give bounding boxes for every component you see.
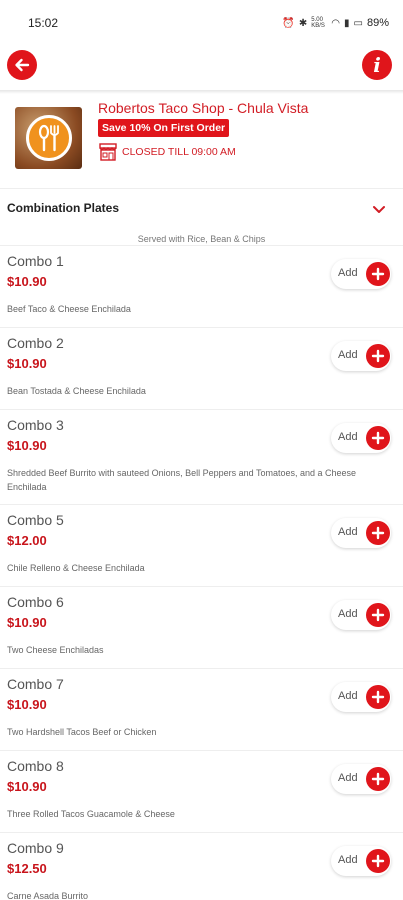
item-price: $10.90 — [7, 438, 47, 453]
item-description: Shredded Beef Burrito with sauteed Onion… — [7, 468, 357, 492]
bluetooth-icon: ✱ — [298, 17, 308, 29]
back-button[interactable] — [7, 50, 37, 80]
plus-icon[interactable] — [366, 849, 390, 873]
item-name: Combo 3 — [7, 417, 64, 433]
item-name: Combo 8 — [7, 758, 64, 774]
category-title: Combination Plates — [7, 201, 120, 215]
item-description: Chile Relleno & Cheese Enchilada — [7, 563, 145, 573]
add-label: Add — [338, 349, 358, 361]
item-name: Combo 2 — [7, 335, 64, 351]
item-name: Combo 1 — [7, 253, 64, 269]
item-description: Beef Taco & Cheese Enchilada — [7, 304, 131, 314]
menu-item[interactable]: Combo 5 $12.00 Chile Relleno & Cheese En… — [0, 504, 403, 586]
info-icon: i — [373, 53, 381, 77]
add-label: Add — [338, 854, 358, 866]
plus-icon[interactable] — [366, 767, 390, 791]
alarm-icon: ⏰ — [282, 17, 295, 29]
add-button[interactable]: Add — [331, 423, 391, 453]
menu-item[interactable]: Combo 9 $12.50 Carne Asada Burrito Add — [0, 832, 403, 900]
add-label: Add — [338, 608, 358, 620]
item-name: Combo 6 — [7, 594, 64, 610]
signal-icon: ▮ — [344, 17, 350, 29]
item-price: $10.90 — [7, 697, 47, 712]
plus-icon[interactable] — [366, 685, 390, 709]
category-header[interactable]: Combination Plates Served with Rice, Bea… — [0, 189, 403, 245]
battery-level: 89% — [366, 17, 389, 29]
item-price: $10.90 — [7, 356, 47, 371]
menu-item[interactable]: Combo 3 $10.90 Shredded Beef Burrito wit… — [0, 409, 403, 504]
plus-icon[interactable] — [366, 426, 390, 450]
add-button[interactable]: Add — [331, 518, 391, 548]
item-price: $12.50 — [7, 861, 47, 876]
add-button[interactable]: Add — [331, 682, 391, 712]
category-subtitle: Served with Rice, Bean & Chips — [137, 234, 266, 244]
item-name: Combo 5 — [7, 512, 64, 528]
battery-icon: ▭ — [353, 17, 363, 29]
item-price: $10.90 — [7, 615, 47, 630]
add-button[interactable]: Add — [331, 341, 391, 371]
menu-item[interactable]: Combo 1 $10.90 Beef Taco & Cheese Enchil… — [0, 245, 403, 327]
add-label: Add — [338, 690, 358, 702]
app-bar: i — [0, 46, 403, 90]
chevron-down-icon[interactable] — [372, 205, 386, 215]
menu-item[interactable]: Combo 2 $10.90 Bean Tostada & Cheese Enc… — [0, 327, 403, 409]
menu-item[interactable]: Combo 8 $10.90 Three Rolled Tacos Guacam… — [0, 750, 403, 832]
item-description: Carne Asada Burrito — [7, 891, 89, 900]
add-button[interactable]: Add — [331, 600, 391, 630]
item-price: $12.00 — [7, 533, 47, 548]
add-label: Add — [338, 526, 358, 538]
item-description: Bean Tostada & Cheese Enchilada — [7, 386, 146, 396]
menu-item-list: Combo 1 $10.90 Beef Taco & Cheese Enchil… — [0, 245, 403, 900]
plus-icon[interactable] — [366, 344, 390, 368]
promo-badge: Save 10% On First Order — [98, 119, 230, 137]
plus-icon[interactable] — [366, 521, 390, 545]
info-button[interactable]: i — [362, 50, 392, 80]
add-label: Add — [338, 431, 358, 443]
item-price: $10.90 — [7, 274, 47, 289]
add-button[interactable]: Add — [331, 764, 391, 794]
status-icons: ⏰ ✱ 5.00 KB/S ◠ ▮ ▭ 89% — [282, 17, 389, 29]
add-label: Add — [338, 267, 358, 279]
item-name: Combo 7 — [7, 676, 64, 692]
add-label: Add — [338, 772, 358, 784]
store-name: Robertos Taco Shop - Chula Vista — [98, 100, 309, 116]
menu-item[interactable]: Combo 7 $10.90 Two Hardshell Tacos Beef … — [0, 668, 403, 750]
data-speed: 5.00 KB/S — [311, 17, 325, 29]
closed-status-text: CLOSED TILL 09:00 AM — [122, 146, 236, 158]
status-time: 15:02 — [28, 16, 59, 30]
store-status: CLOSED TILL 09:00 AM — [98, 142, 236, 162]
menu-item[interactable]: Combo 6 $10.90 Two Cheese Enchiladas Add — [0, 586, 403, 668]
item-description: Two Cheese Enchiladas — [7, 645, 104, 655]
store-logo — [15, 107, 82, 169]
item-name: Combo 9 — [7, 840, 64, 856]
plus-icon[interactable] — [366, 603, 390, 627]
item-description: Two Hardshell Tacos Beef or Chicken — [7, 727, 157, 737]
wifi-icon: ◠ — [331, 17, 340, 29]
add-button[interactable]: Add — [331, 846, 391, 876]
fork-spoon-icon — [38, 124, 59, 152]
add-button[interactable]: Add — [331, 259, 391, 289]
item-price: $10.90 — [7, 779, 47, 794]
plus-icon[interactable] — [366, 262, 390, 286]
store-header: Robertos Taco Shop - Chula Vista Save 10… — [0, 94, 403, 188]
store-icon — [99, 143, 117, 161]
arrow-left-icon — [15, 58, 30, 72]
status-bar: 15:02 ⏰ ✱ 5.00 KB/S ◠ ▮ ▭ 89% — [0, 0, 403, 46]
item-description: Three Rolled Tacos Guacamole & Cheese — [7, 809, 175, 819]
